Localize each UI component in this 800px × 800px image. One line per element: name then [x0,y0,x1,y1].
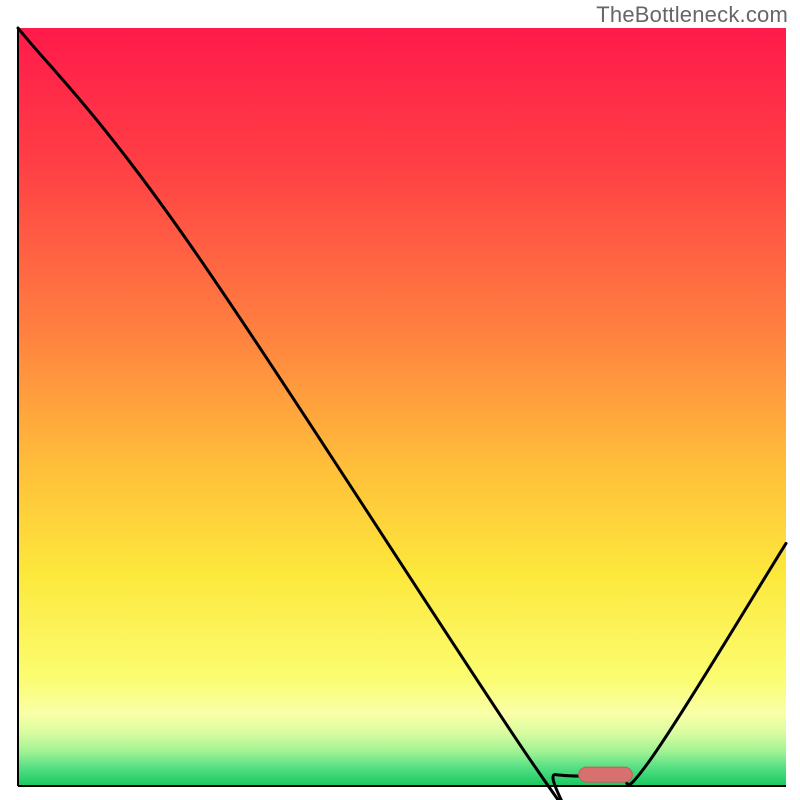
bottleneck-chart [0,0,800,800]
optimal-marker [579,767,633,782]
gradient-background [18,28,786,786]
watermark-text: TheBottleneck.com [596,2,788,28]
chart-container: { "watermark": "TheBottleneck.com", "cha… [0,0,800,800]
